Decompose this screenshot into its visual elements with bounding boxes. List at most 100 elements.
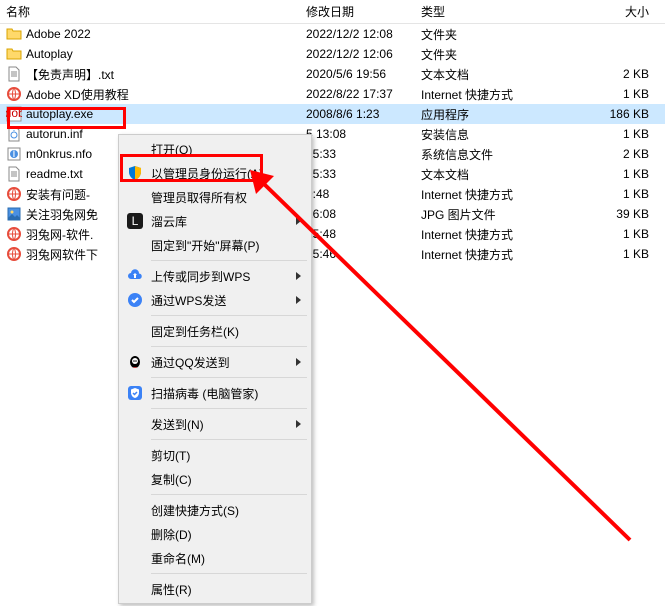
menu-properties[interactable]: 属性(R) [121,577,309,601]
menu-admin-take-ownership[interactable]: 管理员取得所有权 [121,185,309,209]
file-name: 羽兔网-软件. [26,226,93,243]
submenu-arrow-icon [296,296,301,304]
file-name: Autoplay [26,47,73,61]
file-name: autoplay.exe [26,107,93,121]
file-type: JPG 图片文件 [415,206,555,223]
svg-text:Adobe: Adobe [6,106,22,120]
web-icon [6,186,22,202]
file-name: 关注羽兔网免 [26,206,98,223]
menu-wps-send[interactable]: 通过WPS发送 [121,288,309,312]
txt-icon [6,66,22,82]
file-size: 186 KB [555,107,655,121]
file-size: 1 KB [555,187,655,201]
file-date: 15:33 [300,147,415,161]
menu-copy[interactable]: 复制(C) [121,467,309,491]
file-date: 5 13:08 [300,127,415,141]
context-menu: 打开(O) 以管理员身份运行(A) 管理员取得所有权 L 溜云库 固定到"开始"… [118,134,312,604]
menu-open[interactable]: 打开(O) [121,137,309,161]
file-row[interactable]: Adobeautoplay.exe2008/8/6 1:23应用程序186 KB [0,104,665,124]
menu-pin-start[interactable]: 固定到"开始"屏幕(P) [121,233,309,257]
file-type: Internet 快捷方式 [415,246,555,263]
web-icon [6,86,22,102]
file-row[interactable]: 【免责声明】.txt 2020/5/6 19:56文本文档2 KB [0,64,665,84]
jpg-icon [6,206,22,222]
file-row[interactable]: Adobe XD使用教程2022/8/22 17:37Internet 快捷方式… [0,84,665,104]
file-name: 安装有问题- [26,186,90,203]
menu-pin-taskbar[interactable]: 固定到任务栏(K) [121,319,309,343]
menu-cut[interactable]: 剪切(T) [121,443,309,467]
menu-separator [151,494,307,495]
txt-icon [6,166,22,182]
file-list: Adobe 20222022/12/2 12:08文件夹Autoplay2022… [0,24,665,264]
menu-rename[interactable]: 重命名(M) [121,546,309,570]
file-date: 15:46 [300,247,415,261]
col-type[interactable]: 类型 [415,3,555,20]
cloud-upload-icon [127,268,143,284]
file-type: 安装信息 [415,126,555,143]
menu-scan-virus[interactable]: 扫描病毒 (电脑管家) [121,381,309,405]
menu-separator [151,439,307,440]
file-row[interactable]: Autoplay2022/12/2 12:06文件夹 [0,44,665,64]
col-size[interactable]: 大小 [555,3,655,20]
menu-qq-send[interactable]: 通过QQ发送到 [121,350,309,374]
file-row[interactable]: 羽兔网-软件. 15:48Internet 快捷方式1 KB [0,224,665,244]
file-date: 9:48 [300,187,415,201]
column-header-row: 名称 修改日期 类型 大小 [0,0,665,24]
file-row[interactable]: 安装有问题-9:48Internet 快捷方式1 KB [0,184,665,204]
menu-separator [151,346,307,347]
file-name: m0nkrus.nfo [26,147,92,161]
liuyun-icon: L [127,213,143,229]
file-date: 2008/8/6 1:23 [300,107,415,121]
file-name: readme.txt [26,167,83,181]
file-row[interactable]: im0nkrus.nfo15:33系统信息文件2 KB [0,144,665,164]
file-row[interactable]: 关注羽兔网免16:08JPG 图片文件39 KB [0,204,665,224]
menu-send-to[interactable]: 发送到(N) [121,412,309,436]
svg-text:L: L [132,214,139,228]
file-row[interactable]: readme.txt 15:33文本文档1 KB [0,164,665,184]
folder-icon [6,26,22,42]
file-date: 2022/12/2 12:08 [300,27,415,41]
file-date: 2022/8/22 17:37 [300,87,415,101]
inf-icon [6,126,22,142]
file-date: 2022/12/2 12:06 [300,47,415,61]
file-type: 系统信息文件 [415,146,555,163]
file-row[interactable]: autorun.inf 5 13:08安装信息1 KB [0,124,665,144]
folder-icon [6,46,22,62]
file-type: 文本文档 [415,166,555,183]
file-date: 15:33 [300,167,415,181]
file-name: Adobe XD使用教程 [26,86,129,103]
file-type: 文本文档 [415,66,555,83]
file-size: 2 KB [555,67,655,81]
submenu-arrow-icon [296,217,301,225]
menu-separator [151,408,307,409]
file-type: Internet 快捷方式 [415,226,555,243]
file-name: 羽兔网软件下 [26,246,98,263]
web-icon [6,246,22,262]
file-size: 1 KB [555,127,655,141]
file-row[interactable]: Adobe 20222022/12/2 12:08文件夹 [0,24,665,44]
menu-wps-upload[interactable]: 上传或同步到WPS [121,264,309,288]
col-date[interactable]: 修改日期 [300,3,415,20]
file-size: 1 KB [555,87,655,101]
menu-separator [151,315,307,316]
file-date: 2020/5/6 19:56 [300,67,415,81]
file-name: autorun.inf [26,127,83,141]
file-size: 1 KB [555,227,655,241]
file-size: 1 KB [555,167,655,181]
file-size: 39 KB [555,207,655,221]
file-size: 1 KB [555,247,655,261]
menu-separator [151,260,307,261]
file-name: 【免责声明】.txt [26,66,114,83]
menu-delete[interactable]: 删除(D) [121,522,309,546]
menu-separator [151,377,307,378]
file-name: Adobe 2022 [26,27,91,41]
menu-create-shortcut[interactable]: 创建快捷方式(S) [121,498,309,522]
col-name[interactable]: 名称 [0,3,300,20]
qq-icon [127,354,143,370]
file-date: 15:48 [300,227,415,241]
file-row[interactable]: 羽兔网软件下 15:46Internet 快捷方式1 KB [0,244,665,264]
submenu-arrow-icon [296,272,301,280]
menu-run-as-admin[interactable]: 以管理员身份运行(A) [121,161,309,185]
menu-liuyun[interactable]: L 溜云库 [121,209,309,233]
svg-text:i: i [13,146,16,160]
